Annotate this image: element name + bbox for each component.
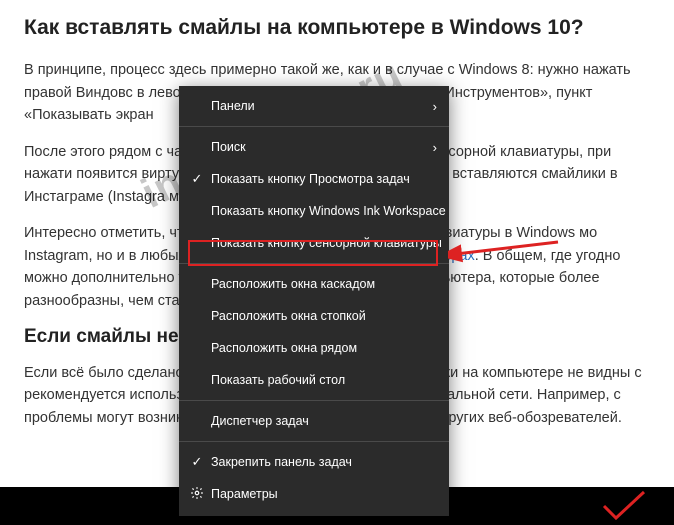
menu-item-search[interactable]: Поиск ›: [179, 131, 449, 163]
menu-item-cascade[interactable]: Расположить окна каскадом: [179, 268, 449, 300]
menu-separator: [179, 263, 449, 264]
menu-separator: [179, 126, 449, 127]
menu-item-lock-taskbar[interactable]: ✓ Закрепить панель задач: [179, 446, 449, 478]
menu-item-panels[interactable]: Панели ›: [179, 90, 449, 122]
menu-item-show-desktop[interactable]: Показать рабочий стол: [179, 364, 449, 396]
chevron-right-icon: ›: [423, 99, 437, 114]
menu-item-task-manager[interactable]: Диспетчер задач: [179, 405, 449, 437]
gear-icon: [187, 486, 207, 503]
check-icon: ✓: [187, 171, 207, 187]
menu-item-ink-workspace[interactable]: Показать кнопку Windows Ink Workspace: [179, 195, 449, 227]
page-title: Как вставлять смайлы на компьютере в Win…: [24, 14, 650, 41]
taskbar-context-menu: Панели › Поиск › ✓ Показать кнопку Просм…: [179, 86, 449, 516]
chevron-right-icon: ›: [423, 140, 437, 155]
menu-item-touch-keyboard[interactable]: Показать кнопку сенсорной клавиатуры: [179, 227, 449, 259]
menu-item-stack[interactable]: Расположить окна стопкой: [179, 300, 449, 332]
menu-separator: [179, 400, 449, 401]
check-icon: ✓: [187, 454, 207, 470]
menu-separator: [179, 441, 449, 442]
menu-item-sidebyside[interactable]: Расположить окна рядом: [179, 332, 449, 364]
menu-item-taskview[interactable]: ✓ Показать кнопку Просмотра задач: [179, 163, 449, 195]
menu-item-settings[interactable]: Параметры: [179, 478, 449, 510]
